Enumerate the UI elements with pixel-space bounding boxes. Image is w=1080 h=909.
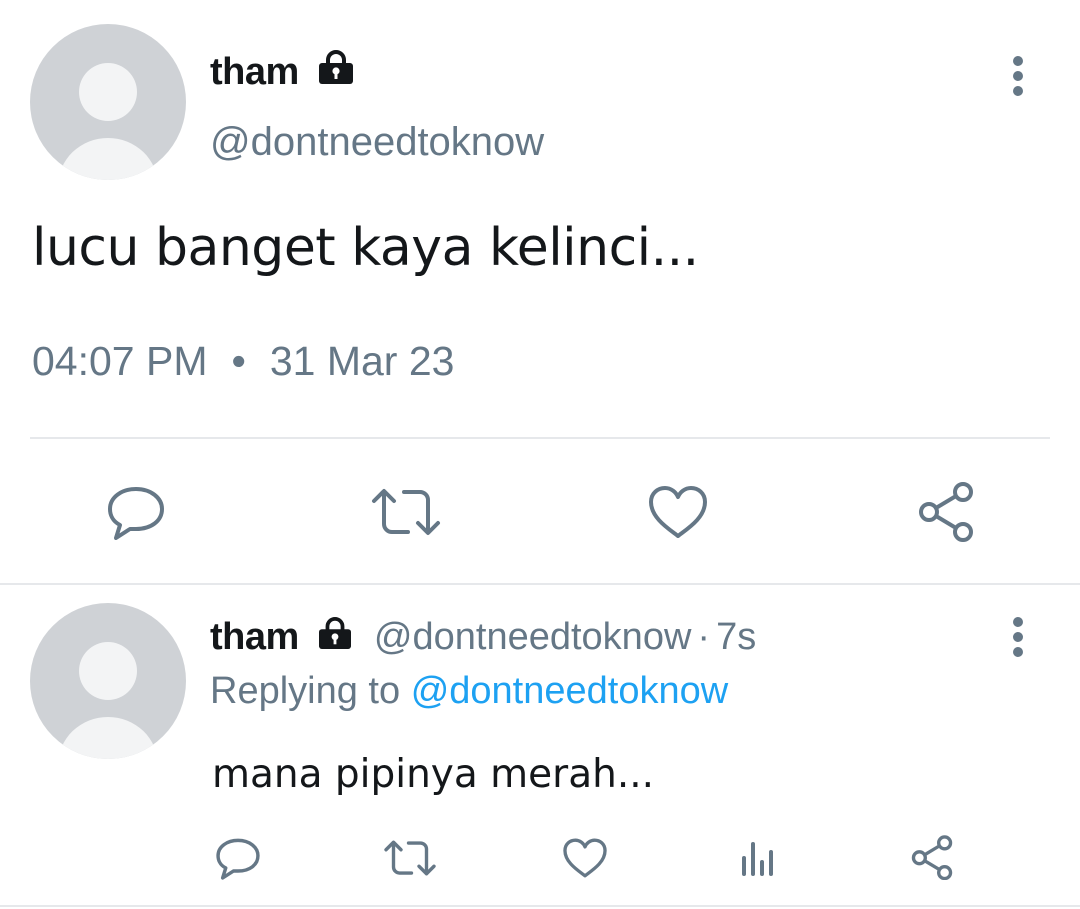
- meta-separator: •: [231, 338, 246, 384]
- lock-icon: [319, 617, 352, 649]
- tweet-time: 04:07 PM: [32, 338, 208, 384]
- like-icon: [563, 838, 607, 878]
- author-name-row[interactable]: tham: [210, 50, 355, 94]
- divider: [30, 437, 1050, 439]
- analytics-icon: [742, 842, 773, 876]
- like-icon: [649, 486, 707, 538]
- replying-to: Replying to @dontneedtoknow: [210, 670, 728, 713]
- author-display-name[interactable]: tham: [210, 51, 299, 93]
- retweet-icon: [384, 840, 436, 876]
- share-icon: [911, 835, 953, 880]
- reply-author-handle[interactable]: @dontneedtoknow: [374, 616, 691, 658]
- lock-icon: [318, 50, 353, 84]
- bottom-divider: [0, 905, 1080, 907]
- share-icon: [919, 482, 973, 542]
- avatar-body: [58, 717, 158, 759]
- avatar[interactable]: [30, 24, 186, 180]
- avatar-head: [79, 641, 137, 700]
- author-handle[interactable]: @dontneedtoknow: [210, 120, 544, 165]
- tweet-text: lucu banget kaya kelinci...: [32, 218, 699, 278]
- retweet-button[interactable]: [366, 480, 446, 544]
- replying-to-mention[interactable]: @dontneedtoknow: [411, 670, 728, 712]
- analytics-button[interactable]: [730, 830, 786, 886]
- reply-button[interactable]: [210, 830, 266, 886]
- reply-icon: [108, 487, 164, 540]
- tweet-timestamp: 04:07 PM • 31 Mar 23: [32, 338, 454, 385]
- tweet-date: 31 Mar 23: [269, 338, 455, 384]
- main-tweet: tham @dontneedtoknow lucu banget kaya ke…: [0, 0, 1080, 584]
- avatar-head: [79, 62, 137, 121]
- tweet-detail-page: tham @dontneedtoknow lucu banget kaya ke…: [0, 0, 1080, 909]
- reply-button[interactable]: [100, 480, 172, 544]
- like-button[interactable]: [557, 830, 613, 886]
- replying-to-label: Replying to: [210, 670, 401, 712]
- more-options-icon[interactable]: [1006, 55, 1030, 97]
- like-button[interactable]: [642, 480, 714, 544]
- more-options-icon[interactable]: [1006, 616, 1030, 658]
- reply-author-name[interactable]: tham: [210, 616, 299, 658]
- section-divider: [0, 583, 1080, 585]
- reply-text: mana pipinya merah...: [212, 752, 655, 797]
- share-button[interactable]: [904, 828, 960, 886]
- avatar-body: [58, 138, 158, 180]
- reply-separator: ·: [697, 616, 711, 658]
- retweet-icon: [372, 489, 440, 535]
- reply-icon: [216, 838, 260, 880]
- retweet-button[interactable]: [380, 830, 440, 886]
- reply-header: tham @dontneedtoknow · 7s: [210, 616, 756, 659]
- avatar[interactable]: [30, 603, 186, 759]
- share-button[interactable]: [910, 476, 982, 546]
- reply-time: 7s: [716, 616, 757, 658]
